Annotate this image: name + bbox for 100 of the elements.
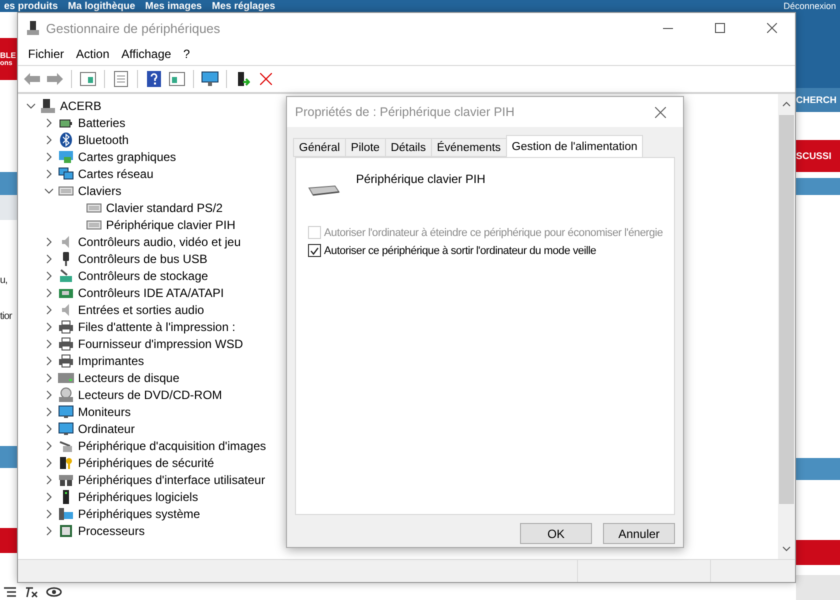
tree-item[interactable]: Moniteurs [78,404,131,418]
list-icon[interactable] [4,586,16,598]
tree-item[interactable]: Fournisseur d'impression WSD [78,336,244,350]
expand-chevron-icon[interactable] [44,492,54,502]
tab[interactable]: Général [293,138,346,157]
tree-item[interactable]: Ordinateur [78,422,135,436]
expand-chevron-icon[interactable] [44,406,54,416]
page-text: u, [0,275,8,286]
tree-item[interactable]: Bluetooth [78,132,129,146]
window-panel-icon [169,72,185,86]
tree-item[interactable]: Imprimantes [78,354,144,368]
expand-chevron-icon[interactable] [44,372,54,382]
ok-button[interactable]: OK [520,523,592,544]
tree-item[interactable]: Claviers [78,184,122,198]
cancel-button[interactable]: Annuler [603,523,675,544]
cross-icon [260,73,272,85]
tree-item[interactable]: Périphériques d'interface utilisateur [78,472,266,486]
expand-chevron-icon[interactable] [44,322,54,332]
nav-link[interactable]: Ma logithèque [68,0,136,12]
tree-item[interactable]: Cartes graphiques [78,150,176,164]
forum-label: SCUSSI [796,150,832,162]
scroll-up-icon[interactable] [782,100,791,109]
tree-item[interactable]: Contrôleurs de stockage [78,268,208,282]
tree-item[interactable]: Périphériques de sécurité [78,456,214,470]
expand-chevron-icon[interactable] [44,338,54,348]
tree-item[interactable]: Clavier standard PS/2 [106,200,223,214]
tree-item[interactable]: Batteries [78,116,126,130]
expand-chevron-icon[interactable] [44,270,54,280]
tree-item[interactable]: Processeurs [78,524,145,538]
tree-item[interactable]: Contrôleurs audio, vidéo et jeu [78,234,241,248]
optical-drive-icon [58,386,74,402]
toolbar-button[interactable] [167,69,187,89]
expand-chevron-icon[interactable] [44,152,54,162]
expand-chevron-icon[interactable] [44,390,54,400]
checkbox[interactable] [308,244,321,257]
forward-arrow-icon [47,73,63,85]
tree-item[interactable]: Contrôleurs de bus USB [78,252,208,266]
clear-format-icon[interactable] [24,586,38,598]
tree-item[interactable]: Périphérique clavier PIH [106,218,236,232]
tree-item[interactable]: Périphériques système [78,506,200,520]
window-panel-icon [80,72,96,86]
expand-chevron-icon[interactable] [44,458,54,468]
tab[interactable]: Gestion de l'alimentation [506,135,644,157]
page-band [796,178,840,195]
tree-item[interactable]: Contrôleurs IDE ATA/ATAPI [78,286,224,300]
toolbar-button[interactable] [111,69,131,89]
key-icon [58,454,74,470]
printer-icon [58,352,74,368]
toolbar-button[interactable] [78,69,98,89]
page-band [796,575,840,600]
page-band [796,540,840,565]
menu-item[interactable]: Affichage [115,44,178,64]
collapse-chevron-icon[interactable] [26,100,36,110]
eye-icon[interactable] [46,586,62,596]
expand-chevron-icon[interactable] [44,254,54,264]
tree-item[interactable]: ACERB [60,98,102,112]
page-band [796,458,840,480]
expand-chevron-icon[interactable] [44,288,54,298]
bluetooth-icon [58,132,74,148]
expand-chevron-icon[interactable] [44,424,54,434]
tree-item[interactable]: Cartes réseau [78,166,154,180]
menu-item[interactable]: Action [70,44,116,64]
storage-icon [58,268,74,284]
nav-link[interactable]: es produits [4,0,58,12]
expand-chevron-icon[interactable] [44,236,54,246]
back-arrow-icon [24,73,40,85]
scroll-down-icon[interactable] [782,544,791,553]
tree-item[interactable]: Lecteurs de disque [78,370,180,384]
scan-button[interactable] [200,69,220,89]
device-name: Périphérique clavier PIH [356,172,486,186]
scrollbar[interactable] [778,94,795,559]
tree-item[interactable]: Files d'attente à l'impression : [78,320,236,334]
expand-chevron-icon[interactable] [44,526,54,536]
computer-icon [26,20,40,36]
nav-link[interactable]: Mes images [145,0,202,12]
logout-link[interactable]: Déconnexion [783,1,836,11]
tree-item[interactable]: Lecteurs de DVD/CD-ROM [78,388,222,402]
tab[interactable]: Pilote [344,138,386,157]
menu-item[interactable]: ? [177,44,196,64]
expand-chevron-icon[interactable] [44,440,54,450]
page-band [0,172,17,195]
menu-item[interactable]: Fichier [22,44,70,64]
collapse-chevron-icon[interactable] [44,186,54,196]
expand-chevron-icon[interactable] [44,474,54,484]
expand-chevron-icon[interactable] [44,118,54,128]
tab[interactable]: Événements [430,138,507,157]
expand-chevron-icon[interactable] [44,134,54,144]
tab[interactable]: Détails [384,138,432,157]
nav-link[interactable]: Mes réglages [212,0,276,12]
expand-chevron-icon[interactable] [44,356,54,366]
tree-item[interactable]: Périphériques logiciels [78,490,198,504]
expand-chevron-icon[interactable] [44,304,54,314]
expand-chevron-icon[interactable] [44,508,54,518]
help-button[interactable] [144,69,164,89]
expand-chevron-icon[interactable] [44,168,54,178]
tree-item[interactable]: Entrées et sorties audio [78,302,204,316]
tree-item[interactable]: Périphérique d'acquisition d'images [78,438,266,452]
checkbox-label[interactable]: Autoriser ce périphérique à sortir l'ordinateur du mode veille [324,244,596,256]
page-band [0,528,17,553]
monitor-icon [58,404,74,420]
